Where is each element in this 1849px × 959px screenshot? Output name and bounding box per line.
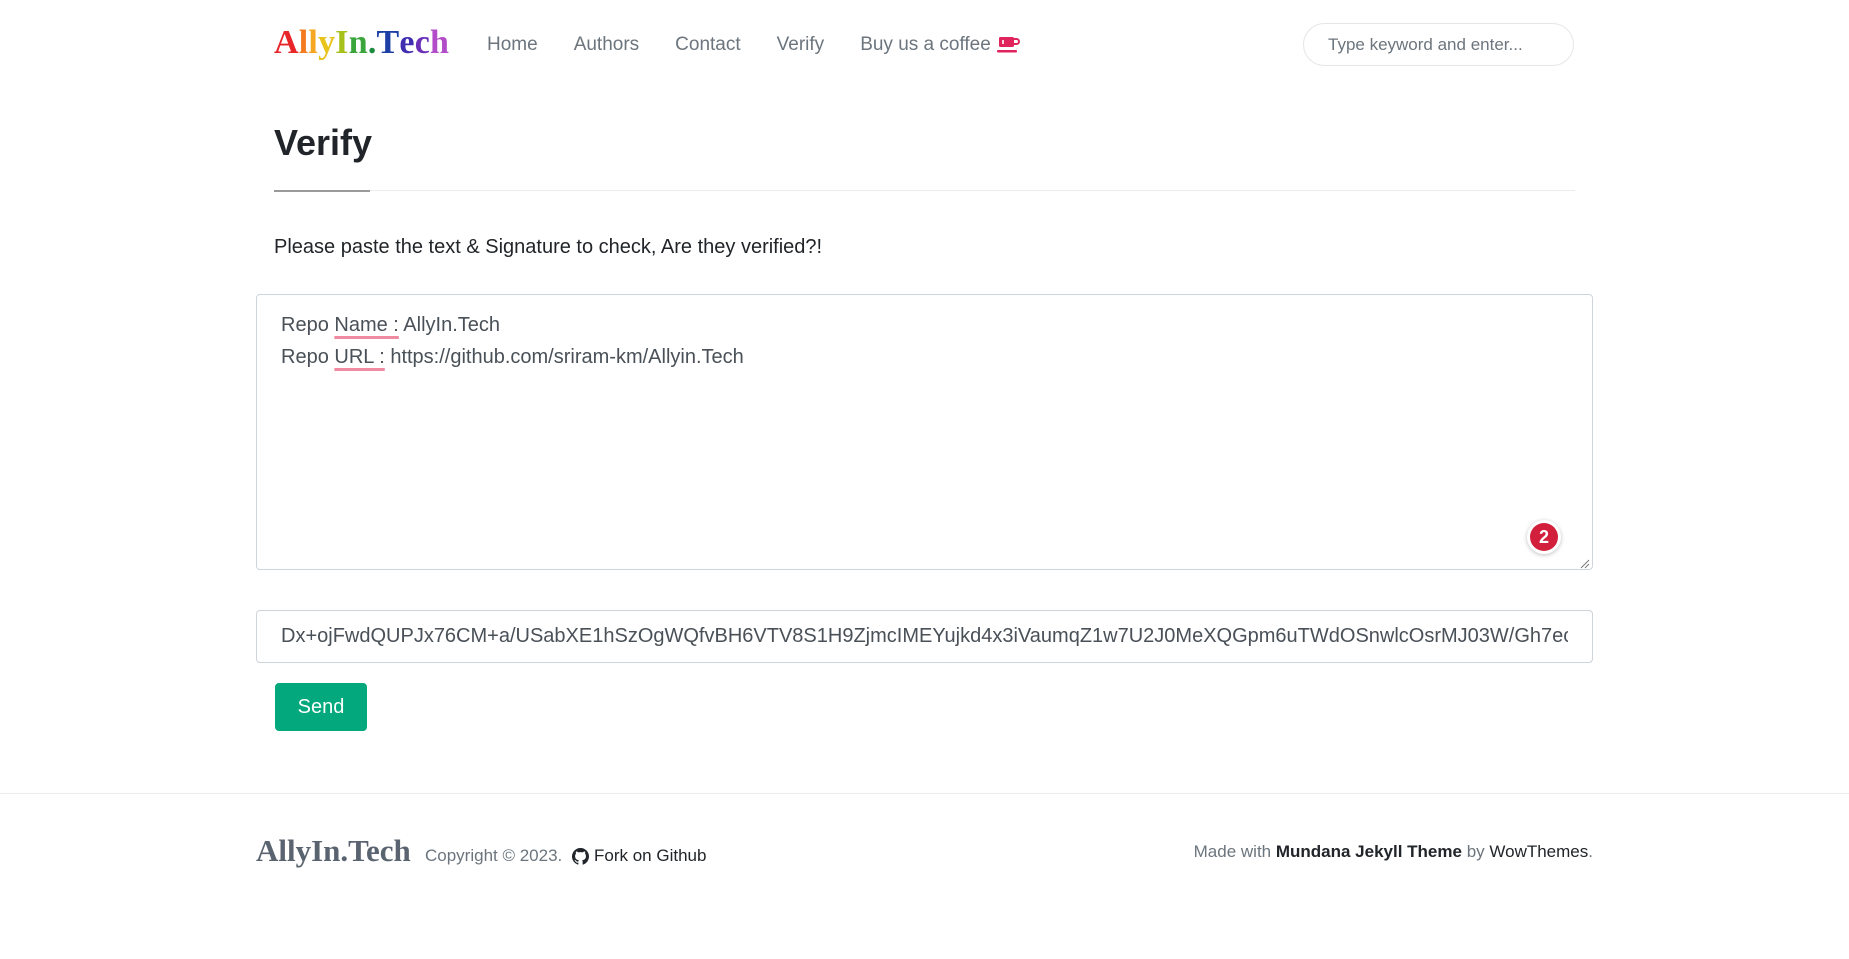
page-title: Verify xyxy=(274,122,373,163)
github-icon xyxy=(572,847,589,865)
brand-letter: I xyxy=(335,24,349,61)
brand-letter: y xyxy=(318,24,336,61)
made-with-credit: Made with Mundana Jekyll Theme by WowThe… xyxy=(1193,842,1593,861)
brand-letter: h xyxy=(430,24,450,61)
spellcheck-badge[interactable]: 2 xyxy=(1527,520,1561,554)
message-line-1: Repo Name : AllyIn.Tech xyxy=(281,314,501,336)
send-button[interactable]: Send xyxy=(275,683,367,731)
nav-verify-link[interactable]: Verify xyxy=(777,34,825,56)
coffee-cup-icon xyxy=(996,35,1021,55)
nav-authors-link[interactable]: Authors xyxy=(574,34,639,56)
nav-buy-coffee-link[interactable]: Buy us a coffee xyxy=(860,34,1021,56)
signature-input[interactable]: Dx+ojFwdQUPJx76CM+a/USabXE1hSzOgWQfvBH6V… xyxy=(256,610,1593,663)
message-line-2: Repo URL : https://github.com/sriram-km/… xyxy=(281,346,744,368)
resize-handle-icon[interactable] xyxy=(1579,556,1590,569)
nav-home-link[interactable]: Home xyxy=(487,34,538,56)
brand-letter: A xyxy=(274,24,299,61)
search-input[interactable] xyxy=(1303,23,1574,66)
nav-buy-coffee-label: Buy us a coffee xyxy=(860,34,991,55)
spellcheck-flag: URL : xyxy=(334,346,385,368)
brand-logo[interactable]: AllyIn.Tech xyxy=(274,24,449,62)
theme-link[interactable]: Mundana Jekyll Theme xyxy=(1276,842,1462,861)
intro-text: Please paste the text & Signature to che… xyxy=(274,236,823,258)
title-accent-underline xyxy=(274,190,370,192)
brand-letter: l xyxy=(308,24,319,61)
brand-letter: l xyxy=(298,24,309,61)
fork-on-github-label: Fork on Github xyxy=(594,846,707,865)
footer-brand-logo[interactable]: AllyIn.Tech xyxy=(256,833,411,869)
footer-divider xyxy=(0,793,1849,794)
spellcheck-count: 2 xyxy=(1530,523,1558,551)
brand-letter: c xyxy=(414,24,431,61)
spellcheck-flag: Name : xyxy=(334,314,399,336)
brand-letter: n xyxy=(348,24,368,61)
brand-letter: e xyxy=(399,24,415,61)
nav-contact-link[interactable]: Contact xyxy=(675,34,740,56)
brand-letter: . xyxy=(367,24,377,61)
fork-on-github-link[interactable]: Fork on Github xyxy=(572,846,706,866)
message-textarea[interactable]: Repo Name : AllyIn.Tech Repo URL : https… xyxy=(256,294,1593,570)
top-navbar: AllyIn.Tech Home Authors Contact Verify … xyxy=(0,0,1849,90)
theme-author-link[interactable]: WowThemes xyxy=(1489,842,1588,861)
copyright-text: Copyright © 2023. xyxy=(425,846,563,865)
signature-value: Dx+ojFwdQUPJx76CM+a/USabXE1hSzOgWQfvBH6V… xyxy=(281,625,1568,647)
title-divider xyxy=(274,190,1575,191)
brand-letter: T xyxy=(376,24,400,61)
main-nav: Home Authors Contact Verify Buy us a cof… xyxy=(487,33,1021,57)
